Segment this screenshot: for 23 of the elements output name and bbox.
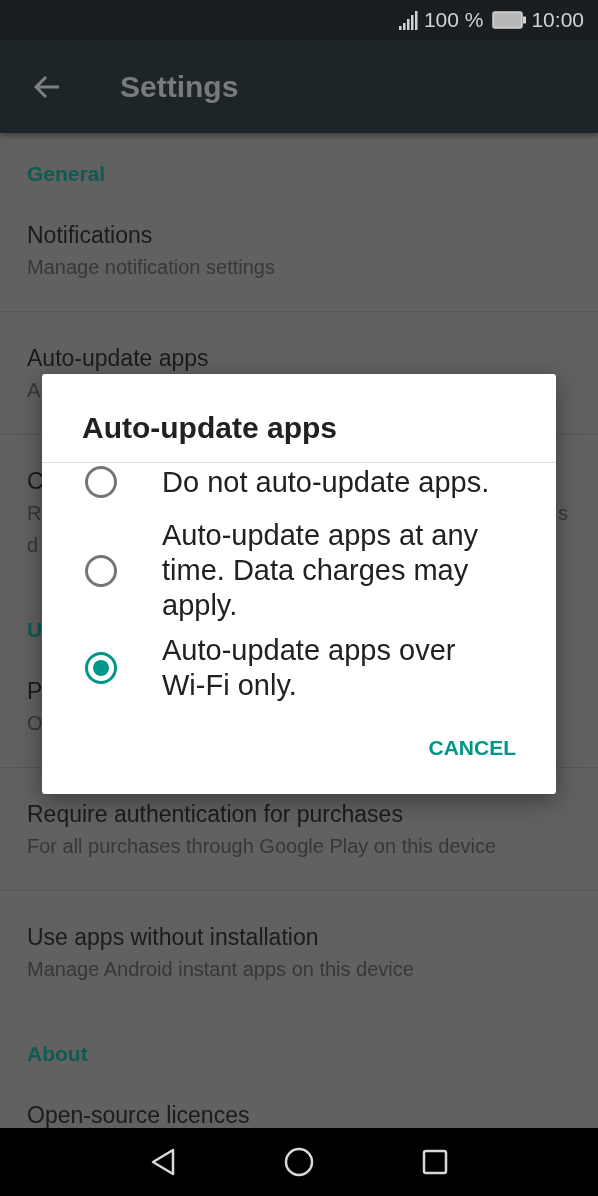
screen-title: Settings bbox=[120, 69, 239, 104]
setting-title: P bbox=[27, 677, 43, 706]
option-label[interactable]: Do not auto-update apps. bbox=[162, 464, 490, 500]
battery-icon bbox=[492, 11, 527, 29]
setting-title: C bbox=[27, 467, 44, 496]
battery-percentage: 100 % bbox=[423, 8, 484, 32]
signal-icon bbox=[398, 10, 419, 30]
radio-button[interactable] bbox=[85, 652, 117, 684]
setting-title: Require authentication for purchases bbox=[27, 800, 403, 829]
section-header: General bbox=[27, 161, 106, 187]
option-label[interactable]: Auto-update apps at any time. Data charges may apply. bbox=[162, 518, 492, 623]
dialog-title: Auto-update apps bbox=[82, 412, 337, 444]
setting-title: Open-source licences bbox=[27, 1101, 250, 1128]
setting-title: Use apps without installation bbox=[27, 923, 319, 952]
section-header: About bbox=[27, 1041, 88, 1067]
setting-title: Notifications bbox=[27, 221, 153, 250]
clock-time: 10:00 bbox=[531, 8, 584, 32]
setting-title: Auto-update apps bbox=[27, 344, 209, 373]
cancel-button[interactable]: CANCEL bbox=[418, 728, 526, 768]
section-header: U bbox=[27, 617, 43, 643]
option-label[interactable]: Auto-update apps over Wi-Fi only. bbox=[162, 633, 492, 703]
radio-button[interactable] bbox=[85, 466, 117, 498]
radio-button[interactable] bbox=[85, 554, 117, 587]
